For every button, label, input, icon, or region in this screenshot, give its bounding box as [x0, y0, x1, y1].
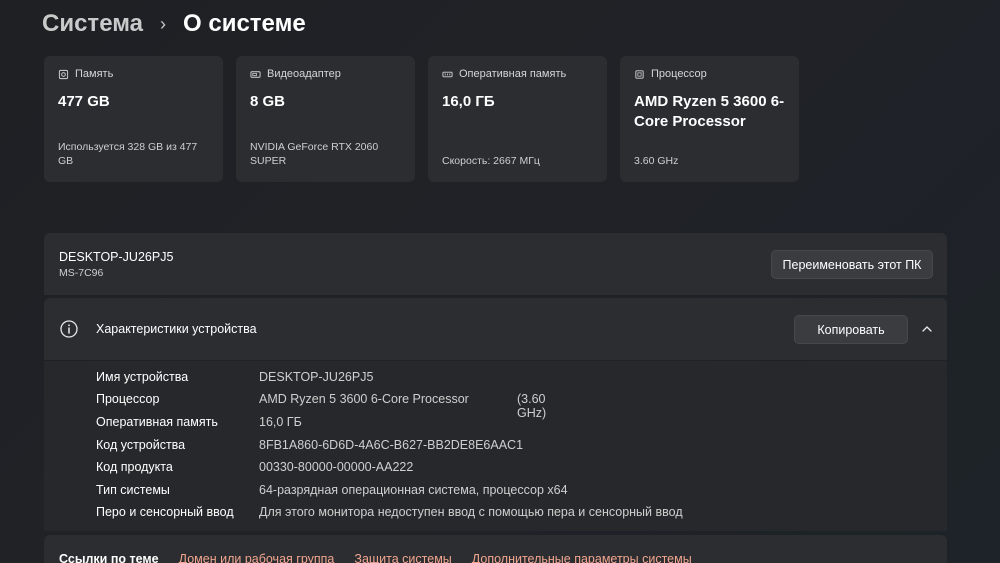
card-value: AMD Ryzen 5 3600 6-Core Processor — [634, 93, 785, 130]
page-title: О системе — [183, 10, 306, 37]
info-icon — [60, 320, 78, 338]
related-links: Ссылки по теме Домен или рабочая группа … — [44, 535, 947, 563]
display-adapter-icon — [250, 69, 261, 80]
spec-row-ram: Оперативная память 16,0 ГБ — [96, 415, 302, 435]
link-system-protection[interactable]: Защита системы — [354, 552, 451, 563]
spec-value: 8FB1A860-6D6D-4A6C-B627-BB2DE8E6AAC1 — [259, 438, 524, 452]
spec-label: Код продукта — [96, 460, 173, 474]
ram-icon — [442, 69, 453, 80]
card-title: Оперативная память — [459, 68, 567, 80]
spec-value: 16,0 ГБ — [259, 415, 302, 429]
spec-row-device-id: Код устройства 8FB1A860-6D6D-4A6C-B627-B… — [96, 438, 523, 458]
spec-label: Процессор — [96, 392, 160, 406]
card-subtext: Используется 328 GB из 477 GB — [58, 141, 198, 167]
device-specs-title: Характеристики устройства — [96, 322, 257, 336]
copy-button[interactable]: Копировать — [794, 315, 908, 344]
card-subtext: 3.60 GHz — [634, 155, 679, 167]
device-name: DESKTOP-JU26PJ5 — [59, 250, 174, 264]
card-subtext: NVIDIA GeForce RTX 2060 SUPER — [250, 141, 379, 167]
device-model: MS-7C96 — [59, 267, 104, 279]
spec-label: Оперативная память — [96, 415, 218, 429]
card-title: Процессор — [651, 68, 707, 80]
about-page: Система › О системе Память 477 GB Исполь… — [0, 0, 1000, 563]
device-specs-header[interactable]: Характеристики устройства Копировать — [44, 298, 947, 360]
link-advanced-settings[interactable]: Дополнительные параметры системы — [472, 552, 692, 563]
card-processor: Процессор AMD Ryzen 5 3600 6-Core Proces… — [620, 56, 799, 182]
card-title: Видеоадаптер — [267, 68, 341, 80]
card-value: 477 GB — [58, 93, 110, 110]
spec-row-system-type: Тип системы 64-разрядная операционная си… — [96, 483, 568, 503]
card-value: 16,0 ГБ — [442, 93, 495, 110]
spec-label: Код устройства — [96, 438, 186, 452]
card-ram: Оперативная память 16,0 ГБ Скорость: 266… — [428, 56, 607, 182]
related-links-title: Ссылки по теме — [59, 552, 159, 563]
device-specs-body: Имя устройства DESKTOP-JU26PJ5 Процессор… — [44, 361, 947, 531]
card-subtext: Скорость: 2667 МГц — [442, 155, 540, 167]
spec-label: Имя устройства — [96, 370, 189, 384]
spec-extra: (3.60 GHz) — [517, 392, 547, 420]
spec-row-pen-touch: Перо и сенсорный ввод Для этого монитора… — [96, 505, 683, 525]
spec-value: Для этого монитора недоступен ввод с пом… — [259, 505, 683, 519]
rename-pc-button[interactable]: Переименовать этот ПК — [771, 250, 933, 279]
card-title: Память — [75, 68, 114, 80]
spec-label: Перо и сенсорный ввод — [96, 505, 234, 519]
spec-value: AMD Ryzen 5 3600 6-Core Processor — [259, 392, 469, 406]
spec-label: Тип системы — [96, 483, 170, 497]
link-domain-workgroup[interactable]: Домен или рабочая группа — [179, 552, 335, 563]
spec-cards: Память 477 GB Используется 328 GB из 477… — [44, 56, 799, 182]
storage-icon — [58, 69, 69, 80]
device-name-row: DESKTOP-JU26PJ5 MS-7C96 Переименовать эт… — [44, 233, 947, 295]
spec-value: 00330-80000-00000-AA222 — [259, 460, 414, 474]
chevron-up-icon[interactable] — [919, 321, 935, 337]
card-display-adapter: Видеоадаптер 8 GB NVIDIA GeForce RTX 206… — [236, 56, 415, 182]
spec-value: DESKTOP-JU26PJ5 — [259, 370, 374, 384]
breadcrumb: Система › О системе — [42, 8, 306, 40]
breadcrumb-system-link[interactable]: Система — [42, 10, 143, 38]
card-value: 8 GB — [250, 93, 286, 110]
spec-row-device-name: Имя устройства DESKTOP-JU26PJ5 — [96, 370, 373, 390]
card-storage: Память 477 GB Используется 328 GB из 477… — [44, 56, 223, 182]
chevron-right-icon: › — [160, 13, 167, 34]
spec-row-processor: Процессор AMD Ryzen 5 3600 6-Core Proces… — [96, 392, 546, 420]
spec-value: 64-разрядная операционная система, проце… — [259, 483, 568, 497]
spec-row-product-id: Код продукта 00330-80000-00000-AA222 — [96, 460, 413, 480]
cpu-icon — [634, 69, 645, 80]
